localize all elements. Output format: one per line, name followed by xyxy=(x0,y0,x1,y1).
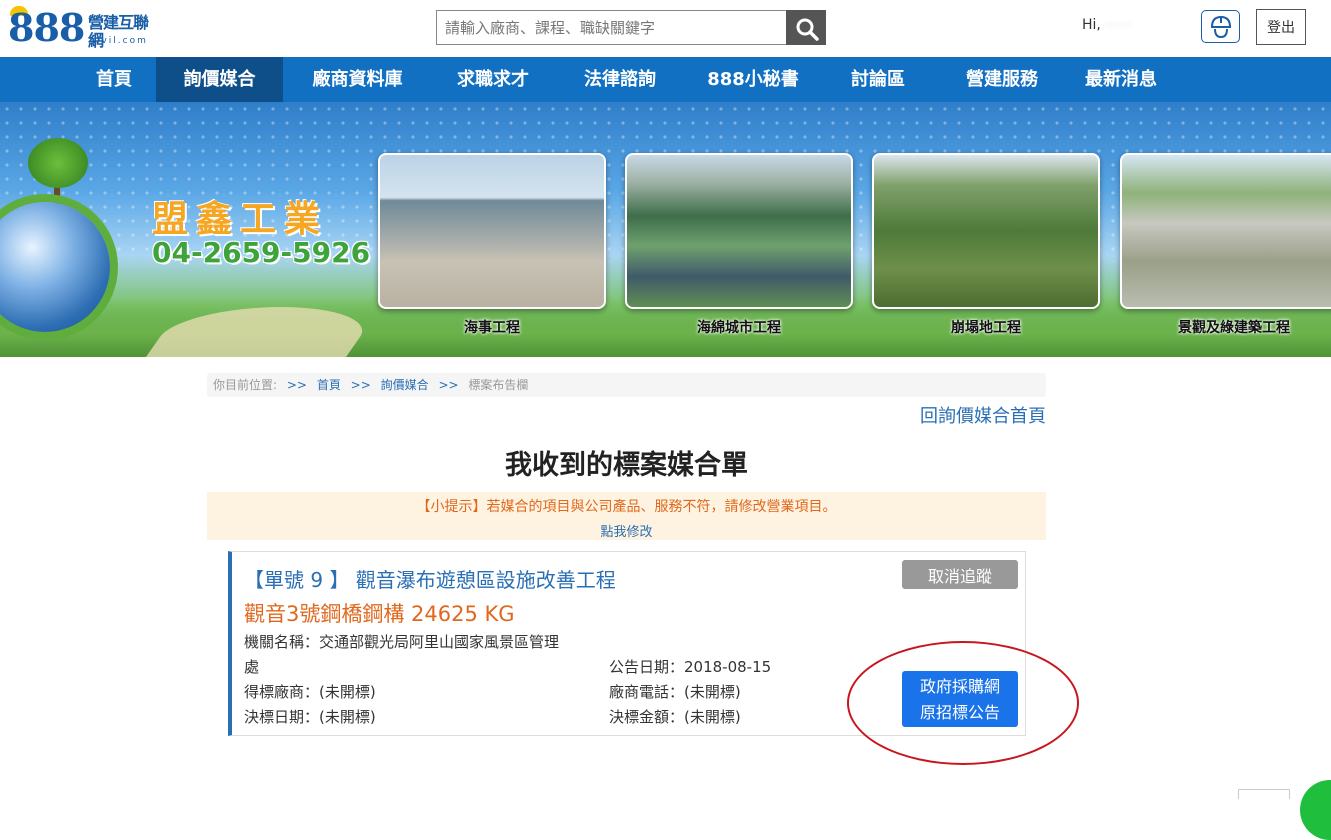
breadcrumb-current: 標案布告欄 xyxy=(468,378,529,392)
announce-date: 公告日期：2018-08-15 xyxy=(609,658,772,676)
tip-text: 【小提示】若媒合的項目與公司產品、服務不符，請修改營業項目。 xyxy=(416,499,837,515)
breadcrumb-separator: >> xyxy=(350,378,371,392)
nav-item-legal[interactable]: 法律諮詢 xyxy=(562,57,678,102)
banner-company-name: 盟鑫工業 xyxy=(152,199,329,240)
member-center-button[interactable] xyxy=(1201,10,1240,43)
nav-item-jobs[interactable]: 求職求才 xyxy=(430,57,556,102)
banner-caption: 崩塌地工程 xyxy=(951,320,1021,336)
username-blurred: ······· xyxy=(1105,18,1133,32)
search-button[interactable] xyxy=(786,10,826,45)
search-icon xyxy=(796,18,819,41)
tree-graphic xyxy=(28,138,88,188)
agency-name: 機關名稱：交通部觀光局阿里山國家風景區管理 xyxy=(244,633,560,651)
logo-number: 888 xyxy=(8,5,85,50)
breadcrumb-separator: >> xyxy=(438,378,459,392)
banner-phone: 04-2659-5926 xyxy=(152,236,371,269)
nav-item-inquiry[interactable]: 詢價媒合 xyxy=(156,57,283,102)
worker-helmet-icon xyxy=(1210,15,1232,39)
breadcrumb-section[interactable]: 詢價媒合 xyxy=(381,378,429,392)
banner-caption: 海綿城市工程 xyxy=(697,320,781,336)
search-bar xyxy=(436,10,826,45)
cancel-tracking-button[interactable]: 取消追蹤 xyxy=(902,560,1018,589)
award-date: 決標日期：(未開標) xyxy=(244,708,376,726)
chat-widget-button[interactable] xyxy=(1300,780,1331,840)
banner-photo-sponge-city xyxy=(625,153,853,309)
winning-vendor: 得標廠商：(未開標) xyxy=(244,683,376,701)
user-greeting: Hi, ······· xyxy=(1082,17,1185,33)
breadcrumb-home[interactable]: 首頁 xyxy=(317,378,341,392)
breadcrumb-prefix: 你目前位置: xyxy=(213,378,278,392)
breadcrumb-separator: >> xyxy=(286,378,307,392)
nav-item-vendor-db[interactable]: 廠商資料庫 xyxy=(290,57,425,102)
vendor-phone: 廠商電話：(未開標) xyxy=(609,683,741,701)
corner-widget-box[interactable] xyxy=(1238,789,1290,799)
banner-photo-marine xyxy=(378,153,606,309)
ad-banner[interactable]: 盟鑫工業 04-2659-5926 海事工程 海綿城市工程 崩塌地工程 景觀及綠… xyxy=(0,102,1331,357)
site-logo[interactable]: 888 營建互聯網 civil.com xyxy=(8,6,158,52)
nav-item-home[interactable]: 首頁 xyxy=(76,57,152,102)
highlight-ellipse xyxy=(847,641,1079,765)
nav-item-secretary[interactable]: 888小秘書 xyxy=(690,57,816,102)
search-input[interactable] xyxy=(436,10,786,45)
breadcrumb: 你目前位置: >> 首頁 >> 詢價媒合 >> 標案布告欄 xyxy=(207,373,1046,397)
banner-photo-landslide xyxy=(872,153,1100,309)
page-title: 我收到的標案媒合單 xyxy=(505,450,748,481)
award-amount: 決標金額：(未開標) xyxy=(609,708,741,726)
banner-photo-landscape xyxy=(1120,153,1331,309)
logout-button[interactable]: 登出 xyxy=(1256,9,1306,45)
edit-business-link[interactable]: 點我修改 xyxy=(207,521,1046,540)
tip-box: 【小提示】若媒合的項目與公司產品、服務不符，請修改營業項目。 點我修改 xyxy=(207,492,1046,540)
agency-name-cont: 處 xyxy=(244,658,260,676)
banner-caption: 景觀及綠建築工程 xyxy=(1178,320,1290,336)
tender-title-link[interactable]: 【單號 9 】 觀音瀑布遊憩區設施改善工程 xyxy=(244,564,616,593)
logo-domain: civil.com xyxy=(90,36,148,46)
nav-item-services[interactable]: 營建服務 xyxy=(940,57,1064,102)
banner-caption: 海事工程 xyxy=(464,320,520,336)
top-header: 888 營建互聯網 civil.com Hi, ······· 登出 xyxy=(0,0,1331,57)
greeting-text: Hi, xyxy=(1082,17,1101,33)
nav-item-news[interactable]: 最新消息 xyxy=(1066,57,1176,102)
tender-item: 觀音3號鋼橋鋼構 24625 KG xyxy=(244,602,515,626)
nav-item-forum[interactable]: 討論區 xyxy=(828,57,928,102)
main-nav: 首頁 詢價媒合 廠商資料庫 求職求才 法律諮詢 888小秘書 討論區 營建服務 … xyxy=(0,57,1331,102)
back-to-inquiry-link[interactable]: 回詢價媒合首頁 xyxy=(920,402,1046,428)
